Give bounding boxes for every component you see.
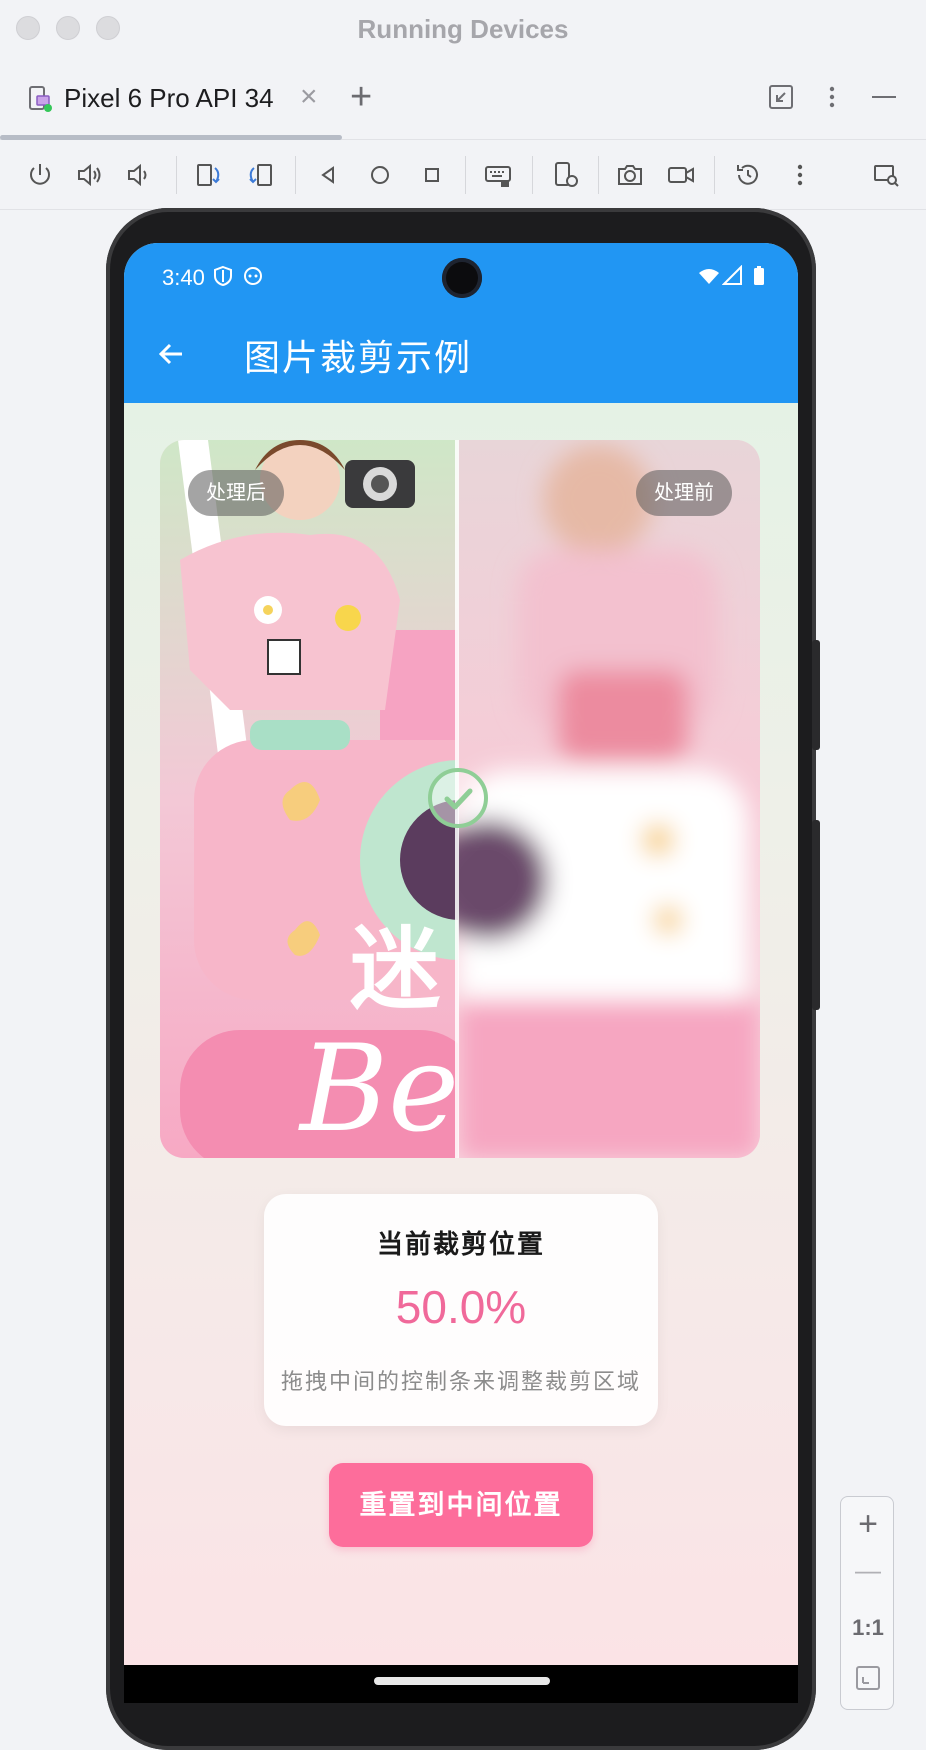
zoom-actual-size-button[interactable]: 1:1 xyxy=(841,1615,895,1641)
side-power-key xyxy=(812,640,820,750)
tab-close-icon[interactable]: × xyxy=(300,80,318,114)
volume-down-button[interactable] xyxy=(124,159,156,191)
gesture-nav-bar xyxy=(124,1665,798,1703)
home-circle-icon xyxy=(371,166,389,184)
svg-text:Be: Be xyxy=(298,1020,458,1158)
wifi-icon xyxy=(699,269,719,284)
front-camera xyxy=(442,258,482,298)
device-mirror-icon xyxy=(874,165,899,187)
keyboard-icon xyxy=(485,166,511,187)
device-toolbar xyxy=(0,140,926,210)
side-volume-key xyxy=(812,820,820,1010)
device-settings-icon xyxy=(555,162,578,187)
screenshot-button[interactable] xyxy=(614,159,646,191)
more-vert-icon xyxy=(797,164,803,186)
volume-down-icon xyxy=(128,163,147,187)
reset-button[interactable] xyxy=(732,159,764,191)
home-indicator[interactable] xyxy=(374,1677,550,1685)
keyboard-button[interactable] xyxy=(482,159,514,191)
after-image: 迷 Be xyxy=(160,440,458,1158)
zoom-out-button[interactable]: — xyxy=(841,1555,895,1586)
history-icon xyxy=(737,164,758,185)
tab-label: Pixel 6 Pro API 34 xyxy=(64,83,274,113)
volume-up-button[interactable] xyxy=(74,159,106,191)
crop-hint-text: 拖拽中间的控制条来调整裁剪区域 xyxy=(280,1369,641,1394)
after-label: 处理后 xyxy=(188,470,284,516)
back-arrow-icon[interactable] xyxy=(154,337,188,371)
overview-square-icon xyxy=(425,168,439,182)
home-button[interactable] xyxy=(364,159,396,191)
device-screen[interactable]: 3:40 图片裁剪示例 迷 Be 处理后 处理前 当前裁剪位置 50.0% 拖拽… xyxy=(124,243,798,1667)
overview-button[interactable] xyxy=(416,159,448,191)
rotate-right-icon xyxy=(249,164,272,186)
collapse-icon[interactable] xyxy=(766,82,796,112)
svg-text:迷: 迷 xyxy=(350,916,441,1022)
tab-bar: Pixel 6 Pro API 34 × + xyxy=(0,56,926,140)
reset-to-center-button[interactable]: 重置到中间位置 xyxy=(329,1463,593,1547)
crop-info-title: 当前裁剪位置 xyxy=(376,1229,545,1259)
device-icon xyxy=(29,86,52,112)
status-time: 3:40 xyxy=(162,265,205,290)
back-triangle-icon xyxy=(321,166,334,184)
device-settings-button[interactable] xyxy=(550,159,582,191)
status-bar: 3:40 xyxy=(124,243,798,303)
window-title: Running Devices xyxy=(357,14,569,44)
power-button[interactable] xyxy=(24,159,56,191)
rotate-right-button[interactable] xyxy=(244,159,276,191)
device-mirror-button[interactable] xyxy=(870,159,902,191)
minimize-panel-icon[interactable] xyxy=(869,82,899,112)
app-title: 图片裁剪示例 xyxy=(244,337,473,378)
before-image xyxy=(458,440,760,1158)
check-icon xyxy=(444,788,473,810)
back-button[interactable] xyxy=(312,159,344,191)
video-camera-icon xyxy=(668,167,694,183)
camera-icon xyxy=(618,165,642,185)
tab-pixel-6-pro[interactable]: Pixel 6 Pro API 34 × xyxy=(0,56,342,140)
android-face-icon xyxy=(244,267,262,285)
rotate-left-icon xyxy=(197,164,220,186)
app-bar: 图片裁剪示例 xyxy=(124,303,798,403)
add-tab-button[interactable]: + xyxy=(350,76,372,119)
shield-icon xyxy=(214,265,232,287)
before-label: 处理前 xyxy=(636,470,732,516)
volume-up-icon xyxy=(78,163,101,187)
zoom-in-button[interactable]: + xyxy=(841,1505,895,1544)
fit-screen-icon[interactable] xyxy=(855,1665,881,1691)
crop-info-card: 当前裁剪位置 50.0% 拖拽中间的控制条来调整裁剪区域 xyxy=(264,1194,658,1426)
crop-position-value: 50.0% xyxy=(395,1281,527,1333)
title-bar: Running Devices xyxy=(0,0,926,56)
more-vert-icon[interactable] xyxy=(817,82,847,112)
image-compare-view[interactable]: 迷 Be 处理后 处理前 xyxy=(160,440,760,1158)
split-handle[interactable] xyxy=(428,768,488,828)
signal-icon xyxy=(722,265,742,285)
zoom-controls: + — 1:1 xyxy=(840,1496,894,1710)
power-icon xyxy=(30,164,50,185)
rotate-left-button[interactable] xyxy=(193,159,225,191)
screen-record-button[interactable] xyxy=(665,159,697,191)
battery-icon xyxy=(754,266,764,285)
more-options-button[interactable] xyxy=(784,159,816,191)
